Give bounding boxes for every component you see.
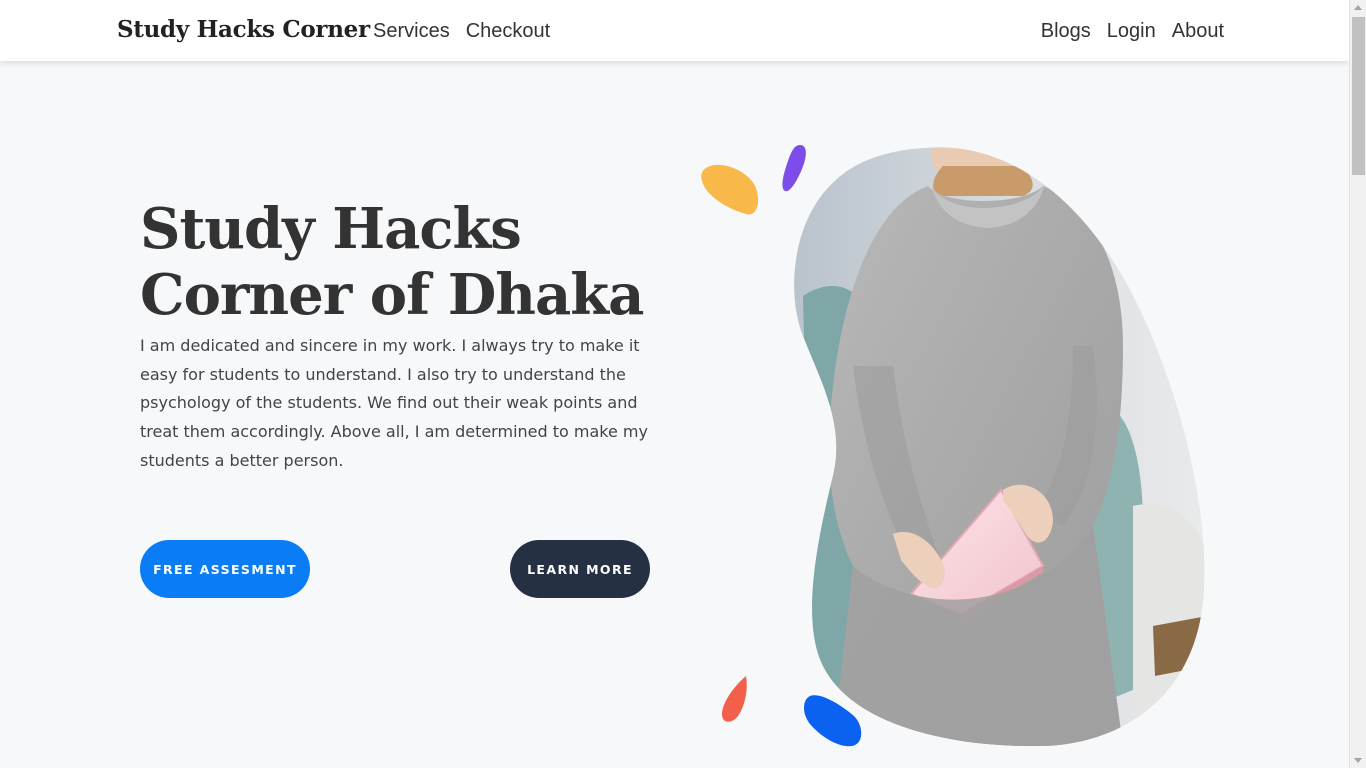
hero-title: Study Hacks Corner of Dhaka: [140, 196, 700, 328]
nav-link-checkout[interactable]: Checkout: [466, 20, 551, 43]
hero-description: I am dedicated and sincere in my work. I…: [140, 336, 648, 470]
nav-link-login[interactable]: Login: [1107, 20, 1156, 43]
brand-logo[interactable]: Study Hacks Corner: [117, 16, 370, 43]
yellow-drop-icon: [701, 164, 759, 215]
page-scrollbar[interactable]: [1349, 0, 1366, 768]
learn-more-button[interactable]: LEARN MORE: [510, 540, 650, 598]
nav-left: Services Checkout: [373, 20, 550, 43]
red-drop-icon: [722, 676, 747, 722]
free-assessment-button[interactable]: FREE ASSESMENT: [140, 540, 310, 598]
scroll-up-icon[interactable]: [1354, 5, 1362, 10]
hero-title-line1: Study Hacks: [140, 196, 522, 262]
hero-title-line2: Corner of Dhaka: [140, 262, 644, 328]
scroll-thumb[interactable]: [1352, 17, 1365, 175]
nav-link-services[interactable]: Services: [373, 20, 450, 43]
hero-image: [794, 147, 1205, 746]
nav-link-blogs[interactable]: Blogs: [1041, 20, 1091, 43]
navbar: Study Hacks Corner Services Checkout Blo…: [0, 0, 1349, 61]
nav-right: Blogs Login About: [1041, 20, 1224, 43]
scroll-down-icon[interactable]: [1354, 758, 1362, 763]
nav-link-about[interactable]: About: [1172, 20, 1224, 43]
